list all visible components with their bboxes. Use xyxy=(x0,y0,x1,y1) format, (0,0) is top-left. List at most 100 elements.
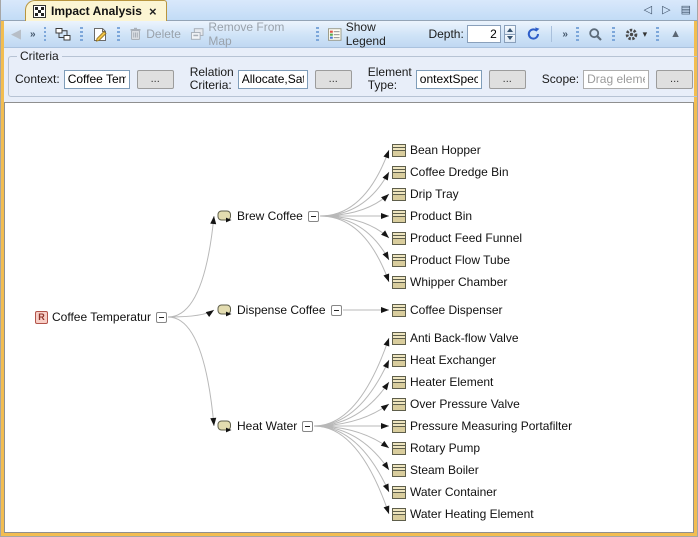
collapse-criteria-button[interactable]: ▲ xyxy=(667,26,684,42)
map-node[interactable]: Coffee Dispenser xyxy=(392,302,503,318)
map-node[interactable]: Heat Water xyxy=(217,418,313,434)
gear-icon xyxy=(624,27,639,42)
map-node[interactable]: Whipper Chamber xyxy=(392,274,507,290)
up-triangle-icon xyxy=(507,28,513,32)
toolbar-drag-handle xyxy=(44,27,47,42)
prev-tab-icon[interactable]: ◁ xyxy=(644,5,652,16)
toolbar: ◀ » xyxy=(4,21,694,48)
block-icon xyxy=(392,188,406,201)
map-node[interactable]: Pressure Measuring Portafilter xyxy=(392,418,572,434)
collapse-minus-button[interactable] xyxy=(308,211,319,222)
element-type-input[interactable] xyxy=(416,70,482,89)
remove-from-map-button[interactable]: Remove From Map xyxy=(187,18,310,50)
map-node[interactable]: Water Heating Element xyxy=(392,506,534,522)
map-node[interactable]: Product Feed Funnel xyxy=(392,230,522,246)
activity-icon xyxy=(217,303,233,317)
scope-browse-button[interactable]: ... xyxy=(656,70,693,89)
scope-label: Scope: xyxy=(542,73,579,86)
context-browse-button[interactable]: ... xyxy=(137,70,174,89)
refresh-button[interactable] xyxy=(523,25,544,43)
toolbar-overflow-icon[interactable]: » xyxy=(559,27,570,42)
refresh-icon xyxy=(526,27,541,41)
relation-map-icon xyxy=(55,27,71,42)
search-button[interactable] xyxy=(585,25,606,44)
map-node-label: Dispense Coffee xyxy=(237,303,326,317)
map-node[interactable]: Anti Back-flow Valve xyxy=(392,330,519,346)
back-button[interactable]: ◀ xyxy=(8,24,24,44)
depth-spinner xyxy=(504,25,517,43)
block-icon xyxy=(392,166,406,179)
criteria-row: Context: ... Relation Criteria: ... Elem… xyxy=(15,66,693,92)
options-button[interactable]: ▾ xyxy=(621,25,651,44)
depth-label: Depth: xyxy=(428,27,463,41)
relation-criteria-browse-button[interactable]: ... xyxy=(315,70,352,89)
map-node[interactable]: Water Container xyxy=(392,484,497,500)
map-node-label: Pressure Measuring Portafilter xyxy=(410,419,572,433)
legend-icon xyxy=(328,28,341,41)
map-node[interactable]: Dispense Coffee xyxy=(217,302,342,318)
block-icon xyxy=(392,486,406,499)
map-node[interactable]: Rotary Pump xyxy=(392,440,480,456)
trash-icon xyxy=(129,27,142,41)
map-node[interactable]: Product Flow Tube xyxy=(392,252,510,268)
map-node[interactable]: Heater Element xyxy=(392,374,493,390)
impact-analysis-window: Impact Analysis × ◁ ▷ ▤ ◀ » xyxy=(0,0,698,537)
requirement-icon: R xyxy=(35,311,48,324)
map-node[interactable]: Drip Tray xyxy=(392,186,459,202)
map-node[interactable]: R Coffee Temperatur xyxy=(35,309,167,325)
relation-criteria-input[interactable] xyxy=(238,70,308,89)
map-node-label: Heat Exchanger xyxy=(410,353,496,367)
map-node[interactable]: Over Pressure Valve xyxy=(392,396,520,412)
map-node-label: Water Container xyxy=(410,485,497,499)
scope-input[interactable] xyxy=(583,70,649,89)
content-frame: ◀ » xyxy=(1,21,697,536)
report-edit-icon xyxy=(92,27,108,42)
depth-up-button[interactable] xyxy=(504,25,517,35)
map-node-label: Rotary Pump xyxy=(410,441,480,455)
show-legend-label: Show Legend xyxy=(346,20,417,48)
block-icon xyxy=(392,232,406,245)
map-node[interactable]: Steam Boiler xyxy=(392,462,479,478)
element-type-label: Element Type: xyxy=(368,66,412,92)
map-node[interactable]: Bean Hopper xyxy=(392,142,481,158)
toolbar-overflow-icon[interactable]: » xyxy=(27,27,38,42)
criteria-panel: Criteria Context: ... Relation Criteria:… xyxy=(4,48,694,100)
remove-from-map-icon xyxy=(190,27,204,41)
block-icon xyxy=(392,508,406,521)
map-node-label: Coffee Temperatur xyxy=(52,310,151,324)
generate-report-button[interactable] xyxy=(89,25,111,44)
map-node[interactable]: Coffee Dredge Bin xyxy=(392,164,509,180)
tab-close-icon[interactable]: × xyxy=(149,5,157,18)
map-node[interactable]: Heat Exchanger xyxy=(392,352,496,368)
collapse-minus-button[interactable] xyxy=(331,305,342,316)
collapse-minus-button[interactable] xyxy=(156,312,167,323)
depth-down-button[interactable] xyxy=(504,35,517,44)
map-node-label: Bean Hopper xyxy=(410,143,481,157)
element-type-browse-button[interactable]: ... xyxy=(489,70,526,89)
map-node-label: Steam Boiler xyxy=(410,463,479,477)
block-icon xyxy=(392,398,406,411)
down-triangle-icon xyxy=(507,36,513,40)
remove-from-map-label: Remove From Map xyxy=(208,20,307,48)
criteria-groupbox: Criteria Context: ... Relation Criteria:… xyxy=(8,49,698,97)
search-icon xyxy=(588,27,603,42)
context-input[interactable] xyxy=(64,70,130,89)
delete-button[interactable]: Delete xyxy=(126,25,184,43)
map-node-label: Heater Element xyxy=(410,375,493,389)
show-legend-button[interactable]: Show Legend xyxy=(325,18,419,50)
relation-map-button[interactable] xyxy=(52,25,74,44)
map-node[interactable]: Brew Coffee xyxy=(217,208,319,224)
block-icon xyxy=(392,276,406,289)
map-node[interactable]: Product Bin xyxy=(392,208,472,224)
map-node-label: Product Feed Funnel xyxy=(410,231,522,245)
map-node-label: Coffee Dredge Bin xyxy=(410,165,509,179)
tab-impact-analysis[interactable]: Impact Analysis × xyxy=(25,0,167,21)
next-tab-icon[interactable]: ▷ xyxy=(662,5,670,16)
block-icon xyxy=(392,144,406,157)
block-icon xyxy=(392,254,406,267)
map-node-label: Heat Water xyxy=(237,419,297,433)
tab-list-icon[interactable]: ▤ xyxy=(681,5,691,16)
depth-input[interactable] xyxy=(467,25,501,43)
map-node-label: Over Pressure Valve xyxy=(410,397,520,411)
collapse-minus-button[interactable] xyxy=(302,421,313,432)
